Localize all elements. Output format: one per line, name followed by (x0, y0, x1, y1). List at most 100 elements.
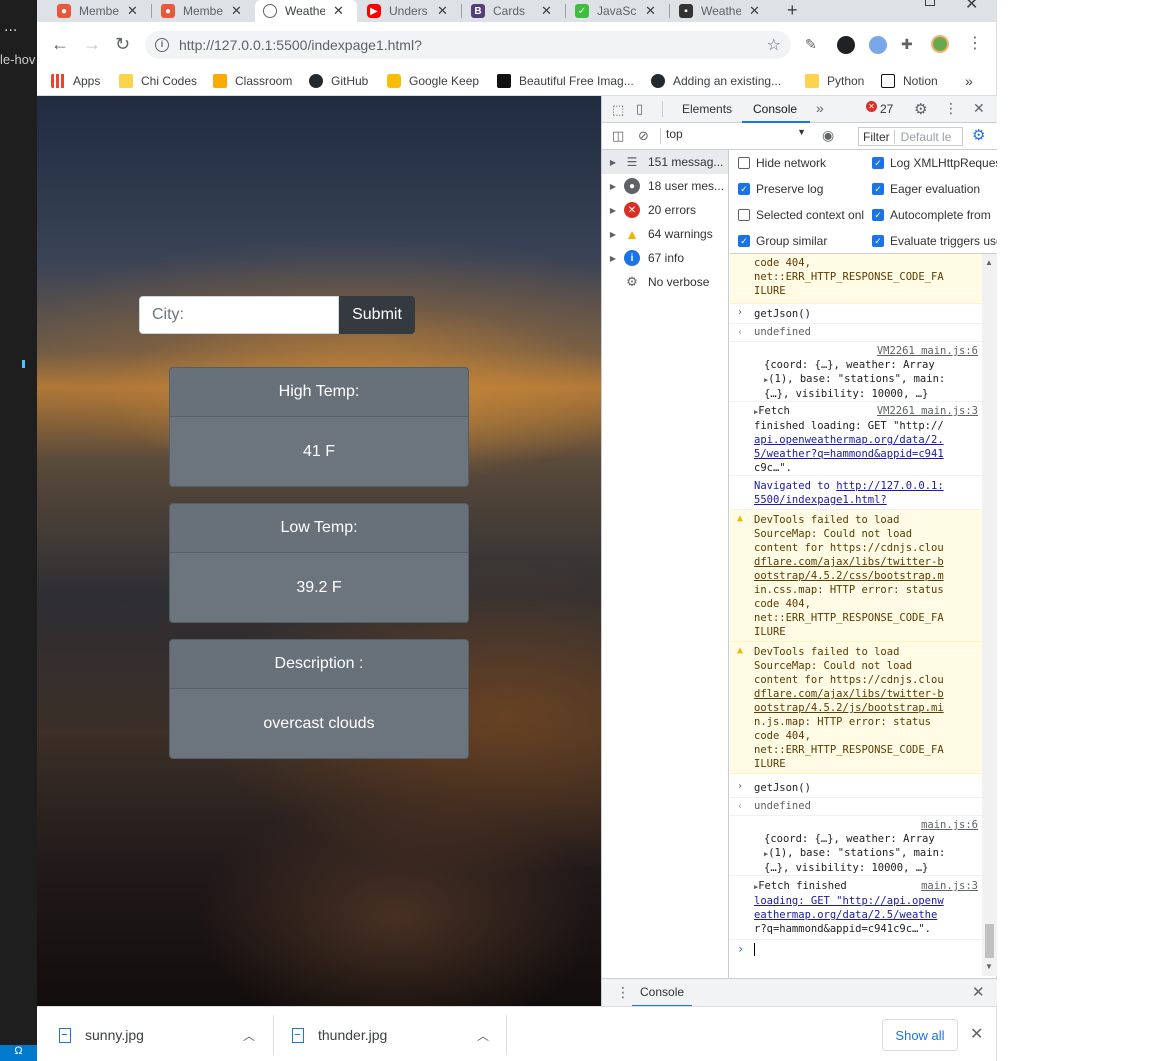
bookmark-chi-codes[interactable]: Chi Codes (119, 70, 197, 92)
navigated-url[interactable]: 5500/indexpage1.html? (754, 493, 978, 507)
checkbox[interactable] (738, 209, 750, 221)
site-info-icon[interactable]: i (155, 38, 169, 52)
extension-blue-icon[interactable] (869, 36, 887, 54)
forward-arrow-icon[interactable]: → (83, 34, 101, 54)
message-link[interactable]: dflare.com/ajax/libs/twitter-b (754, 687, 978, 701)
devtools-close-icon[interactable]: ✕ (973, 100, 985, 117)
inspect-element-icon[interactable]: ⬚ (612, 102, 624, 118)
reload-icon[interactable]: ↻ (115, 34, 130, 54)
tab-close-icon[interactable]: ✕ (541, 3, 552, 19)
console-input-entry[interactable]: › getJson() (730, 304, 982, 324)
sidebar-item-info[interactable]: ▶ i 67 info (602, 246, 728, 270)
back-arrow-icon[interactable]: ← (51, 34, 69, 54)
console-input-entry[interactable]: › getJson() (730, 778, 982, 798)
extension-d-icon[interactable] (837, 36, 855, 54)
message-link[interactable]: api.openweathermap.org/data/2. (754, 433, 978, 447)
extensions-puzzle-icon[interactable]: ✚ (901, 34, 913, 54)
console-scrollbar[interactable]: ▲ ▼ (982, 254, 997, 976)
browser-tab-active[interactable]: Weathe ✕ (255, 0, 357, 22)
source-link-text[interactable]: main.js:6 (921, 819, 978, 831)
bookmark-beautiful-free-images[interactable]: Beautiful Free Imag... (497, 70, 634, 92)
setting-hide-network[interactable]: Hide network (738, 154, 864, 172)
sidebar-item-errors[interactable]: ▶ ✕ 20 errors (602, 198, 728, 222)
browser-tab[interactable]: ▶ Unders ✕ (359, 0, 459, 22)
console-prompt[interactable]: › (730, 940, 982, 976)
tab-close-icon[interactable]: ✕ (333, 3, 344, 19)
drawer-close-icon[interactable]: ✕ (972, 983, 985, 1001)
eyedropper-extension-icon[interactable]: ✎ (805, 34, 817, 54)
sidebar-item-verbose[interactable]: ⚙ No verbose (602, 270, 728, 294)
console-navigation-entry[interactable]: Navigated to http://127.0.0.1: 5500/inde… (730, 476, 982, 510)
setting-autocomplete-from-history[interactable]: ✓ Autocomplete from (872, 206, 997, 224)
chrome-menu-icon[interactable]: ⋮ (967, 34, 983, 54)
browser-tab[interactable]: B Cards ✕ (463, 0, 563, 22)
checkbox-checked[interactable]: ✓ (872, 157, 884, 169)
download-item[interactable]: sunny.jpg (59, 1015, 144, 1055)
clear-console-icon[interactable]: ⊘ (638, 128, 649, 144)
message-link[interactable]: dflare.com/ajax/libs/twitter-b (754, 555, 978, 569)
browser-tab[interactable]: ● Membe ✕ (153, 0, 253, 22)
checkbox[interactable] (738, 157, 750, 169)
submit-button[interactable]: Submit (339, 296, 415, 334)
message-link[interactable]: loading: GET "http://api.openw (754, 894, 978, 908)
city-input[interactable] (139, 296, 339, 334)
editor-status-bar[interactable]: Ω (0, 1045, 37, 1061)
tab-close-icon[interactable]: ✕ (437, 3, 448, 19)
live-expression-eye-icon[interactable]: ◉ (822, 127, 834, 144)
source-link[interactable]: VM2261 main.js:3 (877, 404, 978, 418)
console-settings-gear-icon[interactable]: ⚙ (972, 126, 985, 144)
tab-close-icon[interactable]: ✕ (127, 3, 138, 19)
close-shelf-icon[interactable]: ✕ (970, 1024, 983, 1044)
show-all-button[interactable]: Show all (882, 1019, 958, 1051)
setting-preserve-log[interactable]: ✓ Preserve log (738, 180, 864, 198)
settings-gear-icon[interactable]: ⚙ (914, 100, 927, 118)
setting-selected-context-only[interactable]: Selected context onl (738, 206, 864, 224)
bookmark-python[interactable]: Python (805, 70, 864, 92)
message-link[interactable]: 5/weather?q=hammond&appid=c941 (754, 447, 978, 461)
bookmark-classroom[interactable]: Classroom (213, 70, 292, 92)
checkbox-checked[interactable]: ✓ (872, 235, 884, 247)
bookmark-github[interactable]: GitHub (309, 70, 368, 92)
checkbox-checked[interactable]: ✓ (738, 183, 750, 195)
scroll-down-arrow-icon[interactable]: ▼ (985, 962, 993, 971)
console-log-object[interactable]: main.js:6 {coord: {…}, weather: Array ▶(… (730, 816, 982, 876)
drawer-menu-icon[interactable]: ⋮ (616, 984, 630, 1001)
log-level-select[interactable]: Default le (895, 130, 958, 144)
console-fetch-log[interactable]: ▶Fetch VM2261 main.js:3 finished loading:… (730, 402, 982, 476)
window-close-icon[interactable]: ✕ (965, 0, 978, 14)
address-bar[interactable]: i http://127.0.0.1:5500/indexpage1.html?… (145, 31, 791, 59)
setting-log-xmlhttprequests[interactable]: ✓ Log XMLHttpReques (872, 154, 997, 172)
browser-tab[interactable]: ● Membe ✕ (49, 0, 151, 22)
tab-elements[interactable]: Elements (682, 102, 732, 116)
console-fetch-log[interactable]: ▶Fetch finished main.js:3 loading: GET "h… (730, 876, 982, 940)
checkbox-checked[interactable]: ✓ (738, 235, 750, 247)
navigated-url[interactable]: http://127.0.0.1: (836, 480, 943, 492)
scroll-up-arrow-icon[interactable]: ▲ (985, 258, 993, 267)
more-tabs-icon[interactable]: » (816, 100, 824, 116)
source-link[interactable]: main.js:6 (754, 818, 978, 832)
browser-tab[interactable]: ▪ Weathe ✕ (671, 0, 775, 22)
sidebar-item-messages[interactable]: ▶ ☰ 151 messag... (602, 150, 728, 174)
checkbox-checked[interactable]: ✓ (872, 209, 884, 221)
device-toolbar-icon[interactable]: ▯ (636, 101, 643, 117)
new-tab-button[interactable]: + (787, 0, 798, 20)
bookmark-google-keep[interactable]: Google Keep (387, 70, 479, 92)
scrollbar-thumb[interactable] (985, 924, 994, 958)
source-link[interactable]: main.js:3 (921, 879, 978, 893)
message-link[interactable]: ootstrap/4.5.2/js/bootstrap.mi (754, 701, 978, 715)
setting-eager-evaluation[interactable]: ✓ Eager evaluation (872, 180, 997, 198)
editor-menu-dots[interactable]: ... (4, 18, 17, 36)
devtools-menu-icon[interactable]: ⋮ (944, 100, 958, 117)
source-link[interactable]: VM2261 main.js:6 (754, 344, 978, 358)
console-log-object[interactable]: VM2261 main.js:6 {coord: {…}, weather: A… (730, 342, 982, 402)
setting-evaluate-triggers-user-activation[interactable]: ✓ Evaluate triggers use (872, 232, 997, 250)
profile-avatar-icon[interactable] (931, 35, 949, 53)
console-warning-message[interactable]: ▲ DevTools failed to load SourceMap: Cou… (730, 642, 982, 774)
tab-close-icon[interactable]: ✕ (231, 3, 242, 19)
download-item[interactable]: thunder.jpg (292, 1015, 387, 1055)
setting-group-similar[interactable]: ✓ Group similar (738, 232, 864, 250)
tab-close-icon[interactable]: ✕ (645, 3, 656, 19)
chevron-up-icon[interactable]: ︿ (243, 1027, 255, 1044)
console-warning-message[interactable]: code 404, net::ERR_HTTP_RESPONSE_CODE_FA… (730, 254, 982, 304)
sidebar-toggle-icon[interactable]: ◫ (612, 128, 624, 144)
